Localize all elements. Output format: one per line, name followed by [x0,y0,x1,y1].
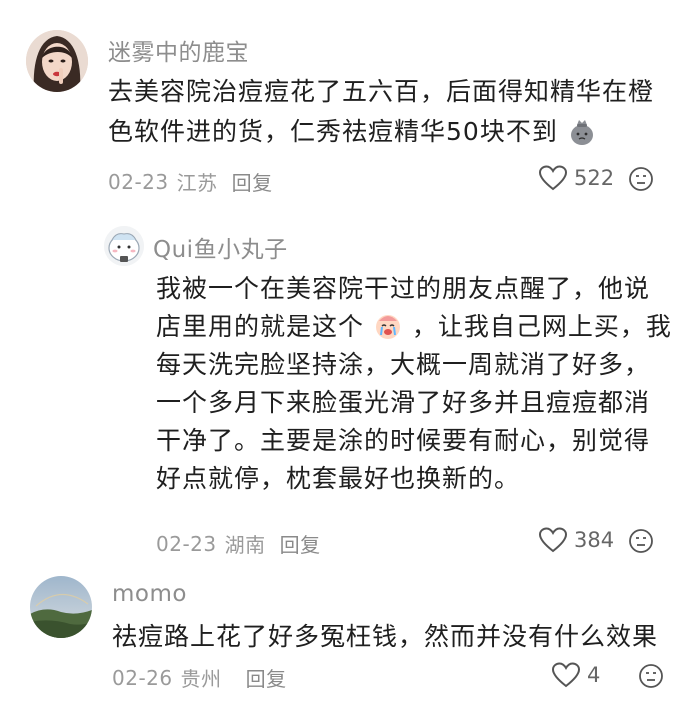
like-button[interactable]: 384 [538,526,614,554]
username[interactable]: momo [112,581,187,607]
comment-date: 02-23 [108,169,169,194]
comment-text: 祛痘路上花了好多冤枉钱，然而并没有什么效果 [112,622,659,651]
dislike-face-icon[interactable] [628,528,654,554]
comment-meta: 02-26 贵州 回复 [112,663,287,692]
comment-text: 去美容院治痘痘花了五六百，后面得知精华在橙 色软件进的货，仁秀祛痘精华50块不到 [108,73,654,151]
heart-icon [538,527,568,553]
money-bag-emoji-icon [570,120,593,145]
comment-text-line: 每天洗完脸坚持涂，大概一周就消了好多， [156,350,651,379]
avatar[interactable] [104,226,144,266]
reply-button[interactable]: 回复 [232,167,273,196]
reply-button[interactable]: 回复 [246,663,287,692]
comment-text-line: 去美容院治痘痘花了五六百，后面得知精华在橙 [108,77,655,106]
heart-icon [551,662,581,688]
avatar-image [104,226,144,266]
crying-face-emoji-icon [375,315,400,339]
username[interactable]: Qui鱼小丸子 [153,230,288,264]
comment-meta: 02-23 江苏 回复 [108,167,273,196]
comment-text-line: 我被一个在美容院干过的朋友点醒了，他说 [156,274,651,303]
comment-text-line: 店里用的就是这个 ，让我自己网上买，我 [156,308,672,346]
comment-text-segment: 店里用的就是这个 [156,312,365,341]
like-count: 4 [587,663,601,687]
comment-text-segment: 色软件进的货，仁秀祛痘精华50块不到 [108,117,558,146]
comment-location: 江苏 [176,171,218,195]
reply-button[interactable]: 回复 [280,529,321,558]
comment-text-segment: ，让我自己网上买，我 [411,312,672,341]
avatar-image [26,30,88,92]
avatar[interactable] [26,30,88,92]
comment-location: 湖南 [224,533,266,557]
comment-text: 我被一个在美容院干过的朋友点醒了，他说 店里用的就是这个 ，让我自己网上买，我 … [156,270,672,498]
comment-text-line: 一个多月下来脸蛋光滑了好多并且痘痘都消 [156,388,651,417]
username[interactable]: 迷雾中的鹿宝 [108,33,249,67]
comment-text-line: 干净了。主要是涂的时候要有耐心，别觉得 [156,426,651,455]
like-button[interactable]: 4 [551,661,600,689]
avatar-image [30,576,92,638]
avatar[interactable] [30,576,92,638]
comment-date: 02-26 [112,665,173,690]
dislike-face-icon[interactable] [628,166,654,192]
comment-location: 贵州 [180,667,222,691]
comment-text-line: 色软件进的货，仁秀祛痘精华50块不到 [108,113,654,151]
dislike-face-icon[interactable] [638,663,664,689]
comment-date: 02-23 [156,531,217,556]
like-count: 522 [574,166,615,190]
like-count: 384 [574,528,615,552]
like-button[interactable]: 522 [538,164,614,192]
comment-meta: 02-23 湖南 回复 [156,529,321,558]
heart-icon [538,165,568,191]
comment-text-line: 好点就停，枕套最好也换新的。 [156,464,521,493]
